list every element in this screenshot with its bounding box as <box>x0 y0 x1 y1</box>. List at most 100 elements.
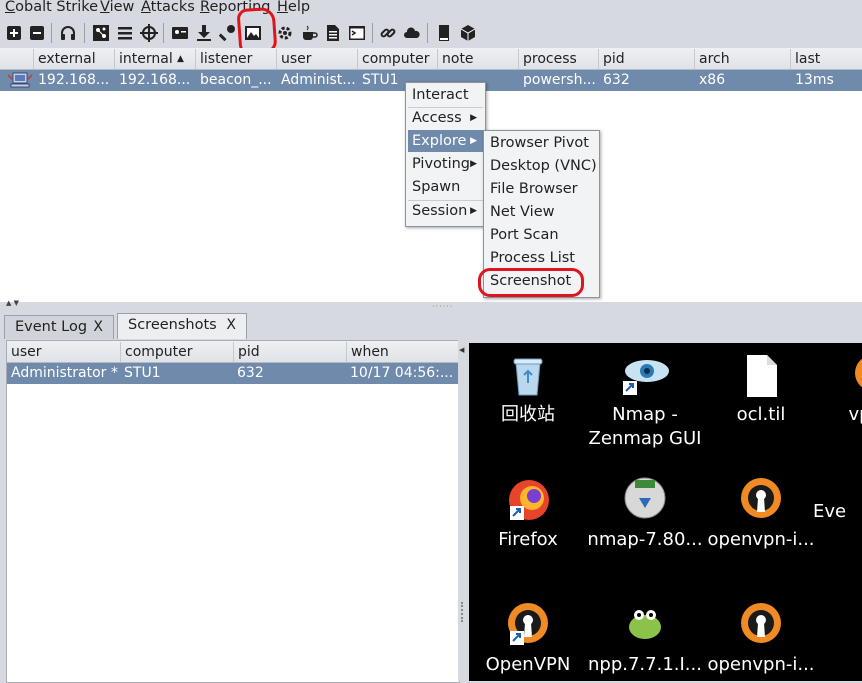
menu-item-desktop-vnc[interactable]: Desktop (VNC) <box>486 155 597 177</box>
splitter-arrow-icon[interactable]: ◀ <box>459 346 464 354</box>
menu-item-session[interactable]: Session ▶ <box>408 200 483 222</box>
col-when[interactable]: when <box>346 342 459 362</box>
cell-internal: 192.168... <box>119 72 191 88</box>
desktop-icon-eve[interactable]: Eve <box>813 500 862 524</box>
close-tab-button[interactable]: X <box>93 316 103 338</box>
menu-item-port-scan[interactable]: Port Scan <box>486 224 597 246</box>
drag-handle-icon[interactable]: ······ <box>432 302 453 311</box>
annotation-screenshot-menu <box>478 268 584 297</box>
menu-item-pivoting[interactable]: Pivoting ▶ <box>408 153 483 175</box>
cell-pid: 632 <box>237 365 264 381</box>
menu-item-process-list[interactable]: Process List <box>486 247 597 269</box>
credentials-icon[interactable] <box>170 23 190 43</box>
powershell-icon[interactable] <box>347 23 367 43</box>
close-tab-button[interactable]: X <box>226 314 236 336</box>
cell-external: 192.168... <box>38 72 110 88</box>
col-user[interactable]: user <box>7 342 120 362</box>
desktop-icon-openvpn[interactable]: OpenVPN <box>469 601 588 677</box>
col-pid[interactable]: pid <box>598 49 694 69</box>
cell-user: Administrator * <box>11 365 118 381</box>
desktop-icon-vpn[interactable]: vpn.c <box>813 351 862 427</box>
col-user[interactable]: user <box>276 49 357 69</box>
payload-generator-icon[interactable] <box>275 23 295 43</box>
menu-item-spawn[interactable]: Spawn <box>408 176 483 198</box>
col-process[interactable]: process <box>518 49 598 69</box>
web-drive-by-icon[interactable] <box>378 23 398 43</box>
col-internal[interactable]: internal ▲ <box>114 49 195 69</box>
col-listener[interactable]: listener <box>195 49 276 69</box>
cell-arch: x86 <box>699 72 726 88</box>
drag-handle-icon[interactable] <box>461 602 465 622</box>
notepadpp-icon <box>621 601 669 649</box>
col-internal-label: internal <box>119 51 173 67</box>
menu-attacks[interactable]: Attacks <box>141 0 195 15</box>
cell-last: 13ms <box>795 72 834 88</box>
screenshots-table-header: user computer pid when <box>7 341 459 363</box>
submenu-arrow-icon: ▶ <box>470 159 477 169</box>
desktop-icon-ocl[interactable]: ocl.til <box>701 351 821 427</box>
nmap-installer-icon <box>621 476 669 524</box>
openvpn-icon <box>737 476 785 524</box>
firefox-icon <box>504 476 552 524</box>
screenshots-table: user computer pid when Administrator * S… <box>6 340 460 683</box>
downloads-icon[interactable] <box>194 23 214 43</box>
split-divider[interactable]: ▲ ▼ ······ <box>0 299 862 312</box>
desktop-icon-openvpn-installer[interactable]: openvpn-i... <box>701 476 821 552</box>
collapse-arrows-icon[interactable]: ▲ ▼ <box>6 299 19 307</box>
submenu-arrow-icon: ▶ <box>470 206 477 216</box>
cell-when: 10/17 04:56:... <box>350 365 454 381</box>
submenu-arrow-icon: ▶ <box>470 136 477 146</box>
col-computer[interactable]: computer <box>357 49 437 69</box>
col-computer[interactable]: computer <box>120 342 233 362</box>
menu-help[interactable]: Help <box>277 0 310 15</box>
menu-cobalt-strike[interactable]: Cobalt Strike <box>5 0 98 15</box>
cloud-icon[interactable] <box>402 23 422 43</box>
cell-listener: beacon_... <box>200 72 272 88</box>
menu-item-explore[interactable]: Explore ▶ <box>408 130 483 152</box>
desktop-icon-firefox[interactable]: Firefox <box>469 476 588 552</box>
tab-screenshots[interactable]: Screenshots X <box>117 313 247 339</box>
menu-view[interactable]: View <box>100 0 134 15</box>
cell-user: Administ... <box>281 72 356 88</box>
log-icon[interactable] <box>434 23 454 43</box>
beacon-table-header: external internal ▲ listener user compute… <box>0 48 862 70</box>
box-icon[interactable] <box>458 23 478 43</box>
tab-event-log[interactable]: Event Log X <box>4 315 114 339</box>
col-note[interactable]: note <box>437 49 518 69</box>
col-arch[interactable]: arch <box>694 49 790 69</box>
toolbar <box>0 19 862 47</box>
desktop-icon-npp[interactable]: npp.7.7.1.I... <box>585 601 705 677</box>
menu-item-file-browser[interactable]: File Browser <box>486 178 597 200</box>
menu-item-interact[interactable]: Interact <box>408 84 483 106</box>
desktop-icon-nmap-installer[interactable]: nmap-7.80... <box>585 476 705 552</box>
col-last[interactable]: last <box>790 49 862 69</box>
screenshot-row[interactable]: Administrator * STU1 632 10/17 04:56:... <box>7 363 459 384</box>
desktop-icon-openvpn-installer-2[interactable]: openvpn-i... <box>701 601 821 677</box>
cell-pid: 632 <box>603 72 630 88</box>
tab-strip: Event Log X Screenshots X <box>0 312 862 340</box>
openvpn-icon <box>849 351 862 399</box>
cell-process: powersh... <box>523 72 596 88</box>
col-icon[interactable] <box>0 49 33 69</box>
session-table-icon[interactable] <box>115 23 135 43</box>
pivot-graph-icon[interactable] <box>91 23 111 43</box>
menu-item-browser-pivot[interactable]: Browser Pivot <box>486 132 597 154</box>
disconnect-icon[interactable] <box>27 23 47 43</box>
desktop-icon-nmap[interactable]: Nmap - Zenmap GUI <box>585 351 705 451</box>
file-icon <box>737 351 785 399</box>
desktop-icon-recycle-bin[interactable]: 回收站 <box>469 351 588 427</box>
connect-icon[interactable] <box>4 23 24 43</box>
keystrokes-icon[interactable] <box>218 23 238 43</box>
col-external[interactable]: external <box>33 49 114 69</box>
java-applet-icon[interactable] <box>299 23 319 43</box>
col-pid[interactable]: pid <box>233 342 346 362</box>
screenshot-preview: 回收站 Nmap - Zenmap GUI ocl.til vpn.c Fire… <box>469 343 862 681</box>
menubar: Cobalt Strike View Attacks Reporting Hel… <box>0 0 862 18</box>
pane-splitter[interactable]: ◀ <box>458 340 468 681</box>
submenu-arrow-icon: ▶ <box>470 113 477 123</box>
office-macro-icon[interactable] <box>323 23 343 43</box>
headphones-icon[interactable] <box>58 23 78 43</box>
targets-icon[interactable] <box>139 23 159 43</box>
menu-item-net-view[interactable]: Net View <box>486 201 597 223</box>
menu-item-access[interactable]: Access ▶ <box>408 107 483 129</box>
